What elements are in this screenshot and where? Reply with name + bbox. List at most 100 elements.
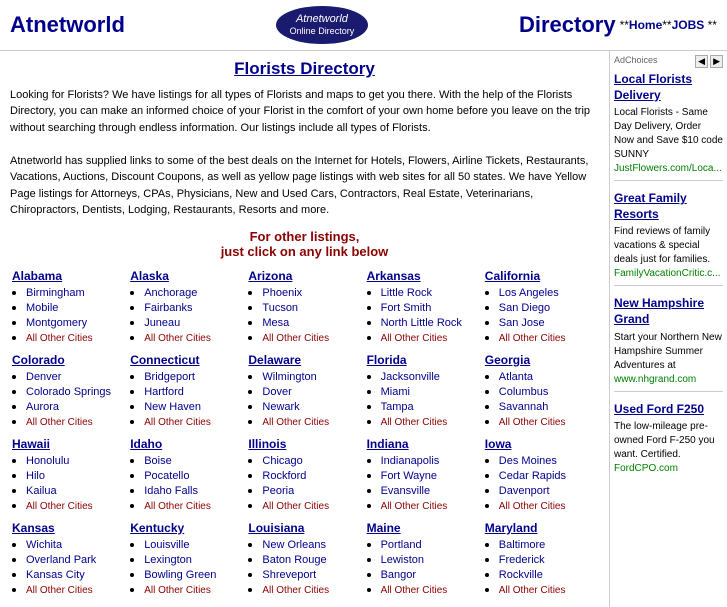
city-link[interactable]: All Other Cities [499,501,566,512]
city-link[interactable]: All Other Cities [144,333,211,344]
city-link[interactable]: Lewiston [381,554,424,566]
city-link[interactable]: Bowling Green [144,569,216,581]
sidebar-section-link-2[interactable]: www.nhgrand.com [614,374,696,385]
home-link[interactable]: Home [629,18,662,32]
city-link[interactable]: Jacksonville [381,371,440,383]
city-link[interactable]: Denver [26,371,61,383]
city-link[interactable]: All Other Cities [262,333,329,344]
city-link[interactable]: Cedar Rapids [499,470,566,482]
state-name-california[interactable]: California [485,269,540,283]
city-link[interactable]: Boise [144,455,172,467]
ad-next-button[interactable]: ▶ [710,55,723,68]
city-link[interactable]: Shreveport [262,569,316,581]
city-link[interactable]: All Other Cities [499,333,566,344]
city-link[interactable]: Baton Rouge [262,554,326,566]
ad-prev-button[interactable]: ◀ [695,55,708,68]
state-name-connecticut[interactable]: Connecticut [130,353,199,367]
city-link[interactable]: Rockford [262,470,306,482]
city-link[interactable]: Juneau [144,317,180,329]
city-link[interactable]: Tucson [262,302,298,314]
city-link[interactable]: Evansville [381,485,431,497]
city-link[interactable]: Los Angeles [499,287,559,299]
city-link[interactable]: Fort Wayne [381,470,437,482]
city-link[interactable]: All Other Cities [26,585,93,596]
city-link[interactable]: All Other Cities [26,501,93,512]
state-name-alabama[interactable]: Alabama [12,269,62,283]
city-link[interactable]: Honolulu [26,455,69,467]
city-link[interactable]: All Other Cities [381,333,448,344]
sidebar-section-link-3[interactable]: FordCPO.com [614,463,678,474]
city-link[interactable]: Little Rock [381,287,432,299]
city-link[interactable]: Fairbanks [144,302,192,314]
state-name-indiana[interactable]: Indiana [367,437,409,451]
city-link[interactable]: Mobile [26,302,58,314]
city-link[interactable]: All Other Cities [499,417,566,428]
sidebar-section-title-3[interactable]: Used Ford F250 [614,402,704,416]
city-link[interactable]: Miami [381,386,410,398]
state-name-georgia[interactable]: Georgia [485,353,530,367]
city-link[interactable]: All Other Cities [144,501,211,512]
state-name-kentucky[interactable]: Kentucky [130,521,184,535]
city-link[interactable]: Rockville [499,569,543,581]
sidebar-section-title-0[interactable]: Local Florists Delivery [614,72,692,102]
state-name-hawaii[interactable]: Hawaii [12,437,50,451]
city-link[interactable]: Anchorage [144,287,197,299]
city-link[interactable]: Kansas City [26,569,85,581]
city-link[interactable]: New Haven [144,401,201,413]
sidebar-section-link-1[interactable]: FamilyVacationCritic.c... [614,268,721,279]
city-link[interactable]: Newark [262,401,299,413]
city-link[interactable]: All Other Cities [144,417,211,428]
city-link[interactable]: Kailua [26,485,57,497]
sidebar-section-title-1[interactable]: Great Family Resorts [614,191,687,221]
state-name-delaware[interactable]: Delaware [248,353,301,367]
city-link[interactable]: Birmingham [26,287,85,299]
city-link[interactable]: All Other Cities [26,333,93,344]
city-link[interactable]: Chicago [262,455,302,467]
jobs-link[interactable]: JOBS [672,18,705,32]
state-name-maryland[interactable]: Maryland [485,521,538,535]
city-link[interactable]: Bangor [381,569,416,581]
city-link[interactable]: Pocatello [144,470,189,482]
city-link[interactable]: Overland Park [26,554,96,566]
city-link[interactable]: North Little Rock [381,317,462,329]
city-link[interactable]: Frederick [499,554,545,566]
city-link[interactable]: San Diego [499,302,550,314]
city-link[interactable]: Montgomery [26,317,87,329]
state-name-alaska[interactable]: Alaska [130,269,169,283]
state-name-kansas[interactable]: Kansas [12,521,55,535]
city-link[interactable]: Wilmington [262,371,316,383]
state-name-arkansas[interactable]: Arkansas [367,269,421,283]
city-link[interactable]: Des Moines [499,455,557,467]
city-link[interactable]: All Other Cities [26,417,93,428]
state-name-florida[interactable]: Florida [367,353,407,367]
city-link[interactable]: San Jose [499,317,545,329]
state-name-iowa[interactable]: Iowa [485,437,512,451]
city-link[interactable]: Phoenix [262,287,302,299]
state-name-maine[interactable]: Maine [367,521,401,535]
sidebar-section-title-2[interactable]: New Hampshire Grand [614,296,704,326]
city-link[interactable]: All Other Cities [262,585,329,596]
city-link[interactable]: All Other Cities [381,501,448,512]
city-link[interactable]: Indianapolis [381,455,440,467]
city-link[interactable]: Davenport [499,485,550,497]
state-name-louisiana[interactable]: Louisiana [248,521,304,535]
state-name-idaho[interactable]: Idaho [130,437,162,451]
city-link[interactable]: Hartford [144,386,184,398]
city-link[interactable]: Bridgeport [144,371,195,383]
city-link[interactable]: Colorado Springs [26,386,111,398]
city-link[interactable]: Atlanta [499,371,533,383]
state-name-colorado[interactable]: Colorado [12,353,65,367]
city-link[interactable]: Tampa [381,401,414,413]
city-link[interactable]: Savannah [499,401,549,413]
city-link[interactable]: Columbus [499,386,549,398]
city-link[interactable]: All Other Cities [144,585,211,596]
city-link[interactable]: All Other Cities [262,501,329,512]
city-link[interactable]: Mesa [262,317,289,329]
city-link[interactable]: Fort Smith [381,302,432,314]
city-link[interactable]: Hilo [26,470,45,482]
sidebar-section-link-0[interactable]: JustFlowers.com/Loca... [614,163,722,174]
city-link[interactable]: All Other Cities [381,585,448,596]
city-link[interactable]: Peoria [262,485,294,497]
city-link[interactable]: Idaho Falls [144,485,198,497]
city-link[interactable]: Aurora [26,401,59,413]
